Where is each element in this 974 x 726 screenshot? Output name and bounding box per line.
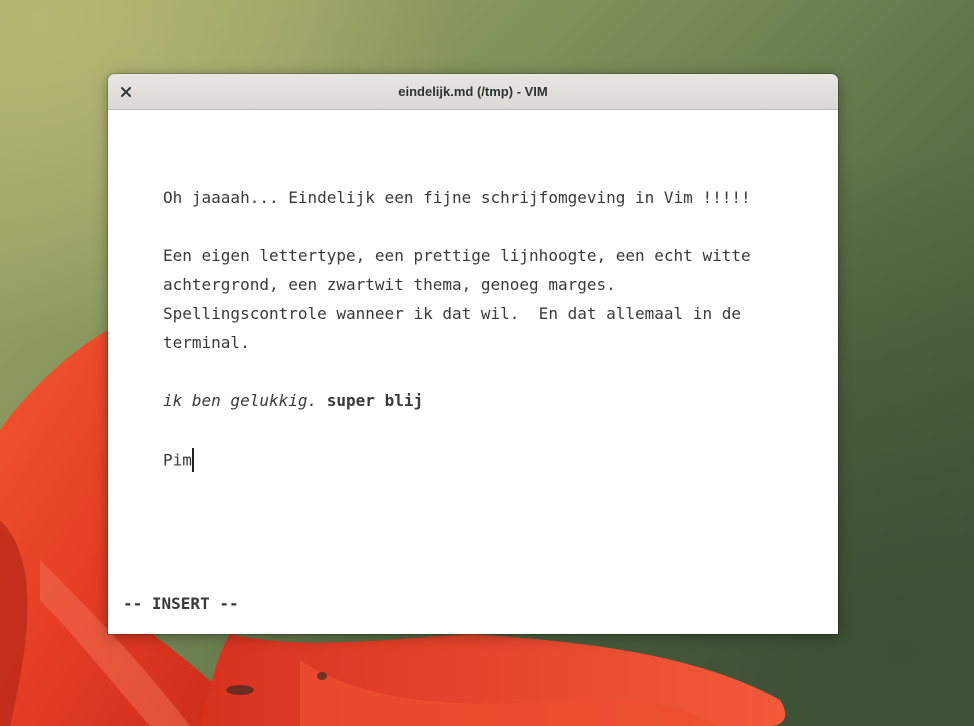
text-line: Spellingscontrole wanneer ik dat wil. En…: [163, 304, 741, 323]
text-line: Een eigen lettertype, een prettige lijnh…: [163, 246, 751, 265]
window-title: eindelijk.md (/tmp) - VIM: [398, 84, 548, 99]
text-line: ik ben gelukkig. super blij: [163, 391, 423, 411]
editor-area[interactable]: Oh jaaaah... Eindelijk een fijne schrijf…: [108, 110, 838, 634]
bold-text: super blij: [326, 391, 424, 410]
text-line: achtergrond, een zwartwit thema, genoeg …: [163, 275, 616, 294]
text-line: terminal.: [163, 333, 250, 352]
signature-text: Pim: [163, 450, 192, 470]
mode-indicator: -- INSERT --: [123, 594, 239, 613]
title-bar[interactable]: eindelijk.md (/tmp) - VIM: [108, 74, 838, 110]
text-line: Oh jaaaah... Eindelijk een fijne schrijf…: [163, 188, 751, 207]
text-cursor: [191, 448, 194, 472]
vim-window: eindelijk.md (/tmp) - VIM Oh jaaaah... E…: [108, 74, 838, 634]
italic-text: ik ben gelukkig.: [163, 391, 318, 410]
text-line: Pim: [163, 448, 194, 473]
